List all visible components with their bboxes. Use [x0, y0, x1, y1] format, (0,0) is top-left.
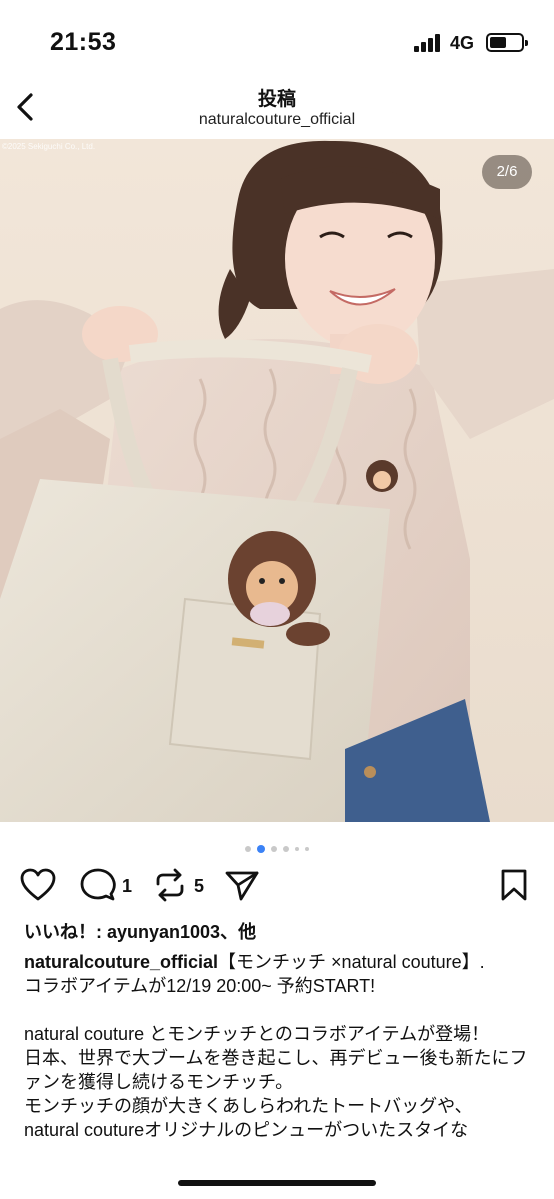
post-actions: 1 5	[0, 862, 554, 912]
carousel-dot	[305, 846, 309, 851]
caption-body: naturalcouture_official【モンチッチ ×natural c…	[24, 950, 534, 974]
caption-line: natural coutureオリジナルのピンューがついたスタイな	[24, 1120, 469, 1140]
comment-bubble-icon	[80, 868, 116, 901]
network-type: 4G	[450, 33, 475, 53]
battery-icon	[486, 33, 528, 52]
repost-count: 5	[194, 876, 205, 896]
post-caption: いいね！: ayunyan1003、他 naturalcouture_offic…	[24, 920, 534, 1142]
status-bar: 21:53 4G	[0, 0, 554, 80]
likes-suffix: 、他	[220, 922, 257, 942]
repost-arrows-icon	[156, 868, 184, 902]
carousel-dot	[271, 845, 277, 852]
comment-count: 1	[122, 876, 133, 896]
likes-prefix: いいね！:	[24, 922, 107, 942]
copyright-text: ©2025 Sekiguchi Co., Ltd.	[2, 142, 96, 151]
page-title: 投稿	[257, 89, 296, 110]
carousel-dots	[0, 840, 554, 853]
header-username[interactable]: naturalcouture_official	[0, 111, 554, 129]
post-header: 投稿 naturalcouture_official	[0, 80, 554, 138]
carousel-dot	[245, 845, 251, 852]
comment-button[interactable]	[80, 868, 116, 907]
carousel-dot	[295, 846, 299, 851]
likes-user[interactable]: ayunyan1003	[107, 922, 220, 942]
caption-line: コラボアイテムが12/19 20:00~ 予約START!	[24, 976, 376, 996]
carousel-dot	[283, 845, 289, 852]
image-counter: 2/6	[482, 155, 532, 189]
home-indicator[interactable]	[178, 1180, 376, 1186]
repost-button[interactable]	[152, 868, 188, 907]
status-time: 21:53	[50, 28, 117, 56]
caption-title: 【モンチッチ ×natural couture】.	[218, 952, 485, 972]
post-image	[0, 139, 554, 822]
caption-username[interactable]: naturalcouture_official	[24, 952, 218, 972]
caption-line: 日本、世界で大ブームを巻き起こし、再デビュー後も新たにファンを獲得し続けるモンチ…	[24, 1048, 528, 1092]
carousel-dot-active	[257, 844, 265, 853]
heart-icon	[20, 868, 56, 901]
caption-line: natural couture とモンチッチとのコラボアイテムが登場！	[24, 1024, 490, 1044]
caption-line: モンチッチの顔が大きくあしらわれたトートバッグや、	[24, 1096, 473, 1116]
share-button[interactable]	[224, 868, 260, 907]
likes-line[interactable]: いいね！: ayunyan1003、他	[24, 920, 534, 944]
post-photo[interactable]: ©2025 Sekiguchi Co., Ltd. 2/6	[0, 139, 554, 822]
bookmark-icon	[501, 869, 527, 901]
save-button[interactable]	[498, 868, 530, 907]
signal-strength-icon	[414, 34, 444, 52]
like-button[interactable]	[20, 868, 56, 907]
send-icon	[225, 871, 259, 901]
